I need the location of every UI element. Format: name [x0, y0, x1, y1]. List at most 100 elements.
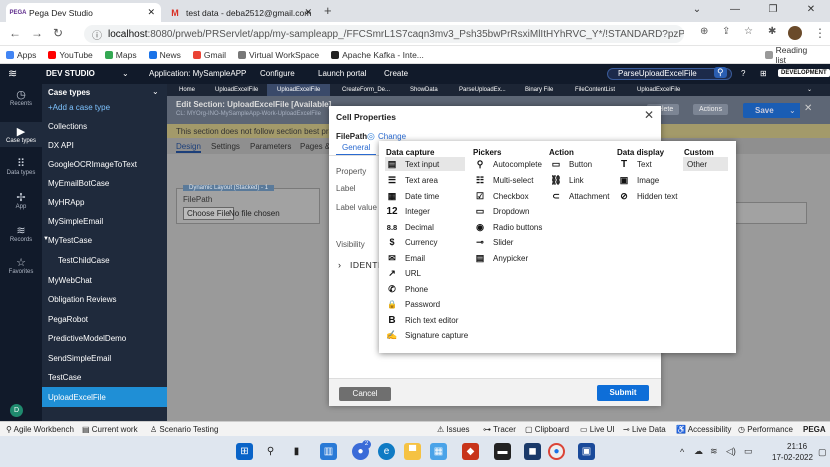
- tracer-link[interactable]: ⊶ Tracer: [483, 425, 516, 434]
- clipboard-link[interactable]: ▢ Clipboard: [525, 425, 569, 434]
- tab-parameters[interactable]: Parameters: [250, 142, 291, 151]
- control-dropdown[interactable]: ▭ Dropdown: [473, 204, 530, 218]
- expand-chevron-icon[interactable]: ›: [338, 260, 341, 270]
- control-attachment[interactable]: ⊂ Attachment: [549, 189, 609, 203]
- control-link[interactable]: ⛓ Link: [549, 173, 583, 187]
- chrome-icon[interactable]: ●: [548, 443, 565, 460]
- agile-icon[interactable]: ⊞: [760, 69, 767, 78]
- case-type-item[interactable]: Collections: [48, 122, 87, 131]
- doc-tab[interactable]: FileContentList: [575, 87, 615, 93]
- wifi-icon[interactable]: ≋: [710, 446, 718, 457]
- info-icon[interactable]: ⓘ: [92, 27, 102, 42]
- control-date-time[interactable]: ▦ Date time: [385, 189, 440, 203]
- control-url[interactable]: ↗ URL: [385, 266, 421, 280]
- user-avatar[interactable]: D: [10, 404, 23, 417]
- new-tab-button[interactable]: +: [324, 3, 332, 18]
- tab-search-icon[interactable]: ⌄: [678, 0, 716, 22]
- clock-date[interactable]: 17-02-2022: [772, 453, 813, 462]
- case-type-child-item[interactable]: TestChildCase: [58, 256, 110, 265]
- notifications-icon[interactable]: ▢: [818, 447, 827, 458]
- bookmark-youtube[interactable]: YouTube: [48, 50, 93, 60]
- search-icon[interactable]: ⚲: [714, 67, 727, 78]
- minimize-icon[interactable]: —: [716, 0, 754, 22]
- reload-icon[interactable]: ↻: [53, 26, 63, 40]
- browser-tab-pega[interactable]: PEGA Pega Dev Studio ✕: [6, 3, 161, 22]
- widgets-icon[interactable]: ▥: [320, 443, 337, 460]
- control-phone[interactable]: ✆ Phone: [385, 282, 428, 296]
- control-checkbox[interactable]: ☑ Checkbox: [473, 189, 529, 203]
- live-ui-link[interactable]: ▭ Live UI: [580, 425, 615, 434]
- control-rich-text-editor[interactable]: B Rich text editor: [385, 313, 458, 327]
- url-field[interactable]: ⓘ localhost:8080/prweb/PRServlet/app/my-…: [84, 25, 684, 43]
- cancel-button[interactable]: Cancel: [339, 387, 391, 401]
- control-multi-select[interactable]: ☷ Multi-select: [473, 173, 534, 187]
- case-type-item[interactable]: SendSimpleEmail: [48, 354, 111, 363]
- rail-data-types[interactable]: ⠿ Data types: [0, 157, 42, 176]
- change-link[interactable]: Change: [378, 132, 406, 141]
- save-button[interactable]: Save: [743, 103, 786, 118]
- app-icon[interactable]: ▣: [578, 443, 595, 460]
- studio-chevron-icon[interactable]: ⌄: [122, 69, 129, 78]
- bookmark-kafka[interactable]: Apache Kafka - Inte...: [331, 50, 424, 60]
- rail-case-types[interactable]: ▶ Case types: [0, 122, 42, 147]
- clock-time[interactable]: 21:16: [787, 442, 807, 451]
- bookmark-news[interactable]: News: [148, 50, 181, 60]
- doc-tab[interactable]: UploadExcelFile: [637, 87, 680, 93]
- control-autocomplete[interactable]: ⚲ Autocomplete: [473, 157, 542, 171]
- bookmark-gmail[interactable]: Gmail: [192, 50, 226, 60]
- agile-workbench-link[interactable]: ⚲ Agile Workbench: [6, 425, 74, 434]
- case-type-item[interactable]: MyTestCase: [48, 236, 92, 245]
- performance-link[interactable]: ◷ Performance: [738, 425, 793, 434]
- rail-favorites[interactable]: ☆ Favorites: [0, 256, 42, 275]
- control-password[interactable]: 🔒 Password: [385, 297, 440, 311]
- case-type-item[interactable]: MySimpleEmail: [48, 217, 103, 226]
- control-radio-buttons[interactable]: ◉ Radio buttons: [473, 220, 542, 234]
- rail-recents[interactable]: ◷ Recents: [0, 88, 42, 107]
- doc-tab[interactable]: Home: [179, 87, 195, 93]
- zoom-icon[interactable]: ⊕: [700, 26, 708, 37]
- task-view-icon[interactable]: ▮: [288, 443, 305, 460]
- back-icon[interactable]: ←: [9, 26, 21, 40]
- launch-portal-menu[interactable]: Launch portal: [318, 69, 366, 78]
- doc-tab[interactable]: ShowData: [410, 87, 438, 93]
- case-type-item[interactable]: PredictiveModelDemo: [48, 334, 126, 343]
- case-type-item[interactable]: MyHRApp: [48, 198, 84, 207]
- case-type-item[interactable]: GoogleOCRImageToText: [48, 160, 137, 169]
- control-decimal[interactable]: 8.8 Decimal: [385, 220, 434, 234]
- edge-icon[interactable]: e: [378, 443, 395, 460]
- doc-tab-active[interactable]: UploadExcelFile: [267, 84, 331, 96]
- control-email[interactable]: ✉ Email: [385, 251, 425, 265]
- collapse-chevron-icon[interactable]: ⌄: [152, 87, 159, 96]
- close-tab-icon[interactable]: ✕: [304, 7, 312, 18]
- tabs-overflow-icon[interactable]: ⌄: [807, 86, 812, 93]
- close-modal-icon[interactable]: ✕: [644, 108, 654, 122]
- case-type-item[interactable]: PegaRobot: [48, 315, 88, 324]
- share-icon[interactable]: ⇪: [722, 26, 730, 37]
- control-text-area[interactable]: ☰ Text area: [385, 173, 438, 187]
- control-text[interactable]: T Text: [617, 157, 652, 171]
- control-text-input[interactable]: ▤ Text input: [385, 157, 465, 171]
- rail-records[interactable]: ≋ Records: [0, 224, 42, 243]
- menu-icon[interactable]: ⋮: [814, 26, 826, 40]
- store-icon[interactable]: ▦: [430, 443, 447, 460]
- studio-switcher[interactable]: DEV STUDIO: [46, 69, 95, 78]
- app-icon[interactable]: ◼: [524, 443, 541, 460]
- add-case-type-link[interactable]: +Add a case type: [48, 103, 110, 112]
- case-type-item[interactable]: MyEmailBotCase: [48, 179, 109, 188]
- windows-start-icon[interactable]: ⊞: [236, 443, 253, 460]
- bookmark-virtual-workspace[interactable]: Virtual WorkSpace: [238, 50, 319, 60]
- tab-design[interactable]: Design: [176, 142, 201, 153]
- control-other[interactable]: Other: [683, 157, 728, 171]
- volume-icon[interactable]: ◁): [726, 446, 736, 457]
- control-signature-capture[interactable]: ✍ Signature capture: [385, 328, 468, 342]
- control-hidden-text[interactable]: ⊘ Hidden text: [617, 189, 677, 203]
- live-data-link[interactable]: ⊸ Live Data: [623, 425, 666, 434]
- reading-list[interactable]: Reading list: [765, 45, 818, 65]
- search-taskbar-icon[interactable]: ⚲: [262, 443, 279, 460]
- restore-icon[interactable]: ❐: [754, 0, 792, 22]
- rail-app[interactable]: ✢ App: [0, 191, 42, 210]
- tab-pages[interactable]: Pages &: [300, 142, 330, 151]
- extensions-icon[interactable]: ✱: [768, 26, 776, 37]
- office-icon[interactable]: ◆: [462, 443, 479, 460]
- doc-tab[interactable]: Binary File: [525, 87, 553, 93]
